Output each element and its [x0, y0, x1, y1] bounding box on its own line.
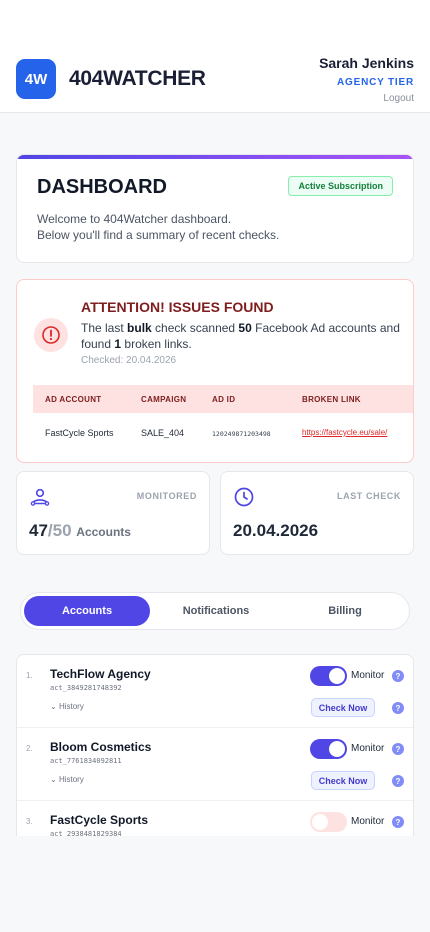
monitor-toggle[interactable] [310, 739, 347, 759]
welcome-line-2: Below you'll find a summary of recent ch… [37, 228, 280, 242]
account-name: TechFlow Agency [50, 667, 151, 681]
logo: 4W [16, 59, 56, 99]
account-name: FastCycle Sports [50, 813, 149, 827]
monitored-total: /50 [47, 521, 72, 540]
column-header: AD ID [212, 395, 236, 404]
tab-notifications[interactable]: Notifications [153, 596, 279, 626]
chevron-down-icon: ⌄ [50, 702, 57, 711]
cell-ad-account: FastCycle Sports [45, 428, 114, 438]
item-number: 3. [26, 817, 33, 826]
dashboard-card: DASHBOARD Active Subscription Welcome to… [16, 154, 414, 263]
issues-alert-card: ATTENTION! ISSUES FOUND The last bulk ch… [16, 279, 414, 463]
help-icon[interactable]: ? [392, 816, 404, 828]
monitored-unit: Accounts [76, 525, 131, 539]
monitored-count: 47 [29, 521, 48, 540]
alert-text: broken links. [121, 337, 192, 351]
tab-bar: Accounts Notifications Billing [20, 592, 410, 630]
toggle-knob [329, 668, 345, 684]
help-icon[interactable]: ? [392, 743, 404, 755]
user-name: Sarah Jenkins [319, 55, 414, 71]
item-number: 2. [26, 744, 33, 753]
check-now-button[interactable]: Check Now [311, 698, 375, 717]
chevron-down-icon: ⌄ [50, 775, 57, 784]
checked-date: Checked: 20.04.2026 [81, 355, 177, 366]
column-header: BROKEN LINK [302, 395, 361, 404]
history-toggle[interactable]: ⌄ History [50, 775, 84, 784]
account-name: Bloom Cosmetics [50, 740, 152, 754]
tab-billing[interactable]: Billing [282, 596, 408, 626]
monitored-value: 47/50 Accounts [29, 521, 131, 541]
monitored-stat-card: MONITORED 47/50 Accounts [16, 471, 210, 555]
alert-text: The last [81, 321, 128, 335]
list-item: 1. TechFlow Agency act_3849281748392 ⌄ H… [17, 655, 413, 728]
app-header: 4W 404WATCHER Sarah Jenkins AGENCY TIER … [0, 0, 430, 113]
subscription-badge: Active Subscription [288, 176, 393, 196]
item-number: 1. [26, 671, 33, 680]
last-check-stat-card: LAST CHECK 20.04.2026 [220, 471, 414, 555]
monitor-toggle[interactable] [310, 812, 347, 832]
column-header: AD ACCOUNT [45, 395, 102, 404]
alert-text: check scanned [151, 321, 239, 335]
welcome-line-1: Welcome to 404Watcher dashboard. [37, 212, 232, 226]
monitor-label: Monitor [351, 816, 385, 827]
last-check-value: 20.04.2026 [233, 521, 319, 540]
history-label: History [58, 775, 84, 784]
gradient-bar [17, 155, 413, 159]
alert-scan-type: bulk [127, 321, 152, 335]
help-icon[interactable]: ? [392, 670, 404, 682]
table-header: AD ACCOUNT CAMPAIGN AD ID BROKEN LINK [33, 385, 413, 413]
toggle-knob [312, 814, 328, 830]
cell-campaign: SALE_404 [141, 428, 185, 438]
account-id: act_2938481829384 [50, 830, 122, 836]
tab-accounts[interactable]: Accounts [24, 596, 150, 626]
accounts-list: 1. TechFlow Agency act_3849281748392 ⌄ H… [16, 654, 414, 836]
toggle-knob [329, 741, 345, 757]
last-check-label: LAST CHECK [337, 491, 401, 501]
alert-accounts-count: 50 [238, 321, 252, 335]
alert-message: The last bulk check scanned 50 Facebook … [81, 320, 403, 352]
logout-link[interactable]: Logout [383, 93, 414, 104]
monitor-label: Monitor [351, 670, 385, 681]
help-icon[interactable]: ? [392, 775, 404, 787]
monitor-toggle[interactable] [310, 666, 347, 686]
account-id: act_7761834092811 [50, 757, 122, 765]
page-title: DASHBOARD [37, 176, 167, 198]
list-item: 3. FastCycle Sports act_2938481829384 Mo… [17, 801, 413, 836]
welcome-text: Welcome to 404Watcher dashboard. Below y… [37, 211, 279, 243]
history-toggle[interactable]: ⌄ History [50, 702, 84, 711]
help-icon[interactable]: ? [392, 702, 404, 714]
users-icon [30, 488, 50, 506]
user-tier: AGENCY TIER [337, 77, 414, 88]
broken-links-table: AD ACCOUNT CAMPAIGN AD ID BROKEN LINK Fa… [33, 385, 413, 453]
cell-ad-id: 120249871203498 [212, 430, 271, 438]
alert-circle-icon [34, 318, 68, 352]
history-label: History [58, 702, 84, 711]
alert-title: ATTENTION! ISSUES FOUND [81, 299, 274, 315]
brand-name: 404WATCHER [69, 67, 206, 90]
broken-link[interactable]: https://fastcycle.eu/sale/ [302, 428, 387, 437]
clock-icon [234, 487, 254, 507]
table-row: FastCycle Sports SALE_404 12024987120349… [33, 413, 413, 453]
check-now-button[interactable]: Check Now [311, 771, 375, 790]
monitor-label: Monitor [351, 743, 385, 754]
list-item: 2. Bloom Cosmetics act_7761834092811 ⌄ H… [17, 728, 413, 801]
account-id: act_3849281748392 [50, 684, 122, 692]
column-header: CAMPAIGN [141, 395, 187, 404]
monitored-label: MONITORED [136, 491, 197, 501]
